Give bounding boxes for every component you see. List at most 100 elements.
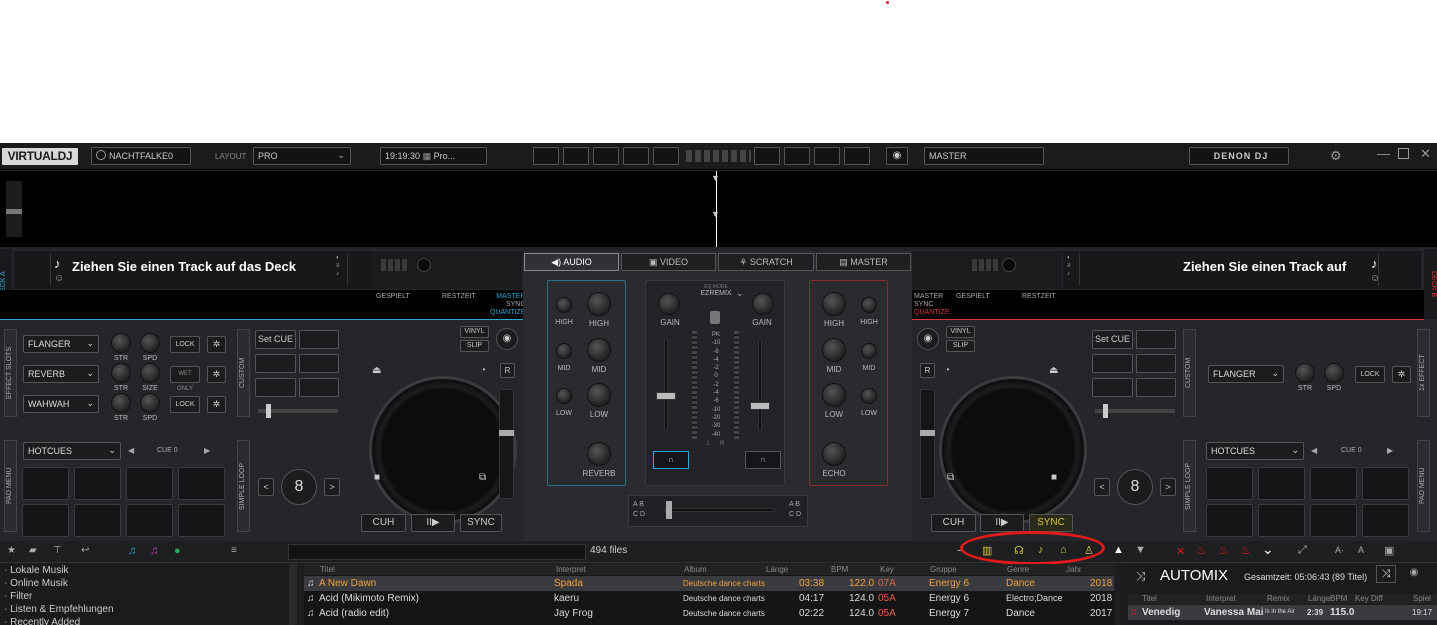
- pad-2[interactable]: [74, 467, 121, 500]
- eq-high-knob-right[interactable]: [822, 292, 846, 316]
- vinyl-mode-icon[interactable]: ◔: [480, 365, 486, 376]
- fx1-spd-knob[interactable]: [140, 333, 160, 353]
- cue-button[interactable]: CUH: [361, 514, 406, 532]
- col-length[interactable]: Länge: [766, 565, 788, 574]
- pad-6[interactable]: [74, 504, 121, 537]
- loop-roll-icon[interactable]: ⧉: [947, 472, 954, 483]
- fx2-str-knob[interactable]: [111, 363, 131, 383]
- fx-select-1[interactable]: FLANGER ⌄: [23, 335, 99, 353]
- slip-button[interactable]: SLIP: [946, 340, 975, 352]
- eq-mid-knob-right[interactable]: [822, 338, 846, 362]
- eq-low-knob-right[interactable]: [822, 383, 846, 407]
- pads-mode-select[interactable]: HOTCUES ⌄: [23, 442, 121, 460]
- col-bpm[interactable]: BPM: [1330, 594, 1347, 603]
- pad-1[interactable]: [1206, 467, 1253, 500]
- pads-mode-select[interactable]: HOTCUES ⌄: [1206, 442, 1304, 460]
- tab-master[interactable]: ▤ MASTER: [816, 253, 911, 271]
- deck-a-jogwheel[interactable]: [369, 376, 517, 524]
- pad-3[interactable]: [1310, 467, 1357, 500]
- tree-item-recently-added[interactable]: - Recently Added: [4, 616, 114, 625]
- custom-slider[interactable]: [258, 404, 338, 418]
- waveform-zoom-slider[interactable]: [6, 181, 22, 237]
- pad-menu-tab[interactable]: PAD MENU: [1417, 440, 1430, 532]
- video-filter-icon[interactable]: ♫: [150, 545, 158, 557]
- col-title[interactable]: Titel: [320, 565, 335, 574]
- tab-video[interactable]: ▣ VIDEO: [621, 253, 716, 271]
- loop-roll-icon[interactable]: ⧉: [479, 472, 486, 483]
- col-key[interactable]: Key: [880, 565, 894, 574]
- sampler-slot-6[interactable]: [754, 147, 780, 165]
- expand-icon[interactable]: ⤢: [1298, 544, 1307, 557]
- loop-half-button[interactable]: <: [258, 478, 274, 496]
- eq-mid-knob-left[interactable]: [587, 338, 611, 362]
- chevron-down-icon[interactable]: ⌄: [1262, 541, 1274, 558]
- fx-select-2[interactable]: REVERB ⌄: [23, 365, 99, 383]
- remove-icon[interactable]: ✕: [1176, 545, 1185, 558]
- pad-2[interactable]: [1258, 467, 1305, 500]
- tree-item-filter[interactable]: - Filter: [4, 590, 114, 603]
- maximize-icon[interactable]: [1398, 148, 1409, 159]
- sampler-slot-9[interactable]: [844, 147, 870, 165]
- col-year[interactable]: Jahr: [1066, 565, 1082, 574]
- fx3-lock-button[interactable]: LOCK: [170, 396, 200, 413]
- automix-edit-icon[interactable]: ♨: [1240, 543, 1251, 557]
- loop-double-button[interactable]: >: [1160, 478, 1176, 496]
- sync-indicator[interactable]: SYNC: [490, 301, 525, 309]
- fx-low-knob-left[interactable]: [556, 388, 572, 404]
- deck-b-pitch-slider[interactable]: [920, 389, 935, 499]
- pad-8[interactable]: [178, 504, 225, 537]
- sampler-slot-4[interactable]: [623, 147, 649, 165]
- wet-only-button[interactable]: WET ONLY: [170, 366, 200, 392]
- mic-icon[interactable]: ●: [174, 545, 181, 557]
- pad-4[interactable]: [178, 467, 225, 500]
- font-smaller-icon[interactable]: A: [1358, 545, 1364, 555]
- fx-spd-knob[interactable]: [1324, 363, 1344, 383]
- layout-select[interactable]: PRO ⌄: [253, 147, 351, 165]
- font-larger-icon[interactable]: A·: [1335, 545, 1344, 555]
- simple-loop-tab[interactable]: SIMPLE LOOP: [237, 440, 250, 532]
- minimize-icon[interactable]: —: [1377, 146, 1390, 161]
- waveform-area[interactable]: ▼ ▼: [0, 171, 1437, 247]
- col-genre[interactable]: Genre: [1007, 565, 1029, 574]
- cue-prev-icon[interactable]: ◀: [128, 446, 134, 455]
- tree-item-lists[interactable]: - Listen & Empfehlungen: [4, 603, 114, 616]
- pad-5[interactable]: [22, 504, 69, 537]
- pad-4[interactable]: [1362, 467, 1409, 500]
- custom-button-6[interactable]: [299, 378, 339, 397]
- automix-edit-icon[interactable]: ♨: [1218, 543, 1229, 557]
- settings-gear-icon[interactable]: ⚙: [1330, 148, 1342, 164]
- fx1-str-knob[interactable]: [111, 333, 131, 353]
- table-row[interactable]: ♫ Acid (radio edit) Jay Frog Deutsche dance…: [304, 606, 1114, 621]
- reverb-knob[interactable]: [587, 442, 611, 466]
- pad-1[interactable]: [22, 467, 69, 500]
- crossfader-assign-left[interactable]: A BC D: [633, 500, 645, 520]
- col-play[interactable]: Spiel: [1413, 594, 1431, 603]
- star-icon[interactable]: ★: [7, 545, 16, 556]
- custom-button-3[interactable]: [1092, 354, 1133, 373]
- gain-knob-left[interactable]: [658, 293, 680, 315]
- crossfader[interactable]: [665, 501, 775, 519]
- user-account-button[interactable]: NACHTFALKE0: [91, 147, 191, 165]
- custom-button-2[interactable]: [299, 330, 339, 349]
- close-icon[interactable]: ✕: [1420, 146, 1431, 162]
- play-pause-button[interactable]: II▶: [980, 514, 1024, 532]
- col-artist[interactable]: Interpret: [1206, 594, 1236, 603]
- eq-high-knob-left[interactable]: [587, 292, 611, 316]
- automix-row[interactable]: ♫ Venedig Vanessa Mai Is in the Air 2:39 115.…: [1128, 605, 1437, 620]
- eye-icon[interactable]: ◉: [496, 328, 518, 350]
- effect-tab[interactable]: 1x EFFECT: [1417, 329, 1430, 417]
- fx1-settings-icon[interactable]: ✲: [207, 336, 226, 353]
- vinyl-button[interactable]: VINYL: [460, 326, 489, 338]
- custom-slider[interactable]: [1095, 404, 1175, 418]
- fx2-size-knob[interactable]: [140, 363, 160, 383]
- music-filter-icon[interactable]: ♫: [128, 545, 136, 557]
- sampler-slot-3[interactable]: [593, 147, 619, 165]
- up-icon[interactable]: ▲: [1113, 544, 1124, 556]
- sampler-slot-2[interactable]: [563, 147, 589, 165]
- cue-next-icon[interactable]: ▶: [1387, 446, 1393, 455]
- custom-button-6[interactable]: [1136, 378, 1176, 397]
- broadcast-icon[interactable]: ◉: [886, 147, 908, 165]
- eject-icon[interactable]: ⏏: [1049, 365, 1058, 376]
- custom-button-5[interactable]: [1092, 378, 1133, 397]
- tree-item-local-music[interactable]: - Lokale Musik: [4, 564, 114, 577]
